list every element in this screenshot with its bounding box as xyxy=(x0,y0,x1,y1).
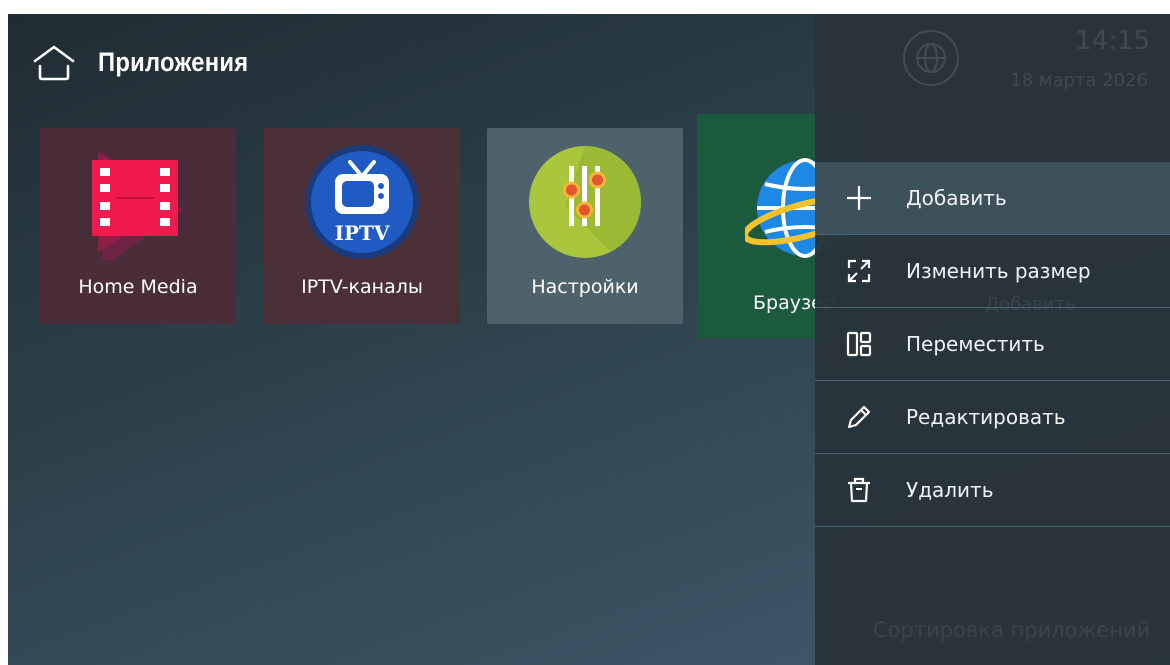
film-play-icon xyxy=(92,152,184,260)
menu-item-label: Добавить xyxy=(906,186,1007,210)
trash-icon xyxy=(848,477,870,503)
launcher-screen: Приложения Home Media IPTV IPTV-каналы Н… xyxy=(8,14,1170,665)
menu-item-resize[interactable]: Изменить размер xyxy=(815,235,1170,308)
menu-item-move[interactable]: Переместить xyxy=(815,308,1170,381)
status-area: 14:15 18 марта 2026 xyxy=(815,14,1170,114)
page-title: Приложения xyxy=(98,46,249,77)
context-menu-panel: 14:15 18 марта 2026 Добавить Сортировка … xyxy=(815,14,1170,665)
iptv-badge-text: IPTV xyxy=(335,221,390,245)
pencil-icon xyxy=(847,405,871,429)
app-tile-iptv[interactable]: IPTV IPTV-каналы xyxy=(264,128,460,324)
plus-icon xyxy=(847,186,871,210)
ghost-sort-label: Сортировка приложений xyxy=(873,618,1151,642)
app-label: Home Media xyxy=(78,276,198,298)
app-label: IPTV-каналы xyxy=(301,276,423,298)
app-label: Настройки xyxy=(531,276,639,298)
date: 18 марта 2026 xyxy=(1010,70,1148,91)
menu-item-delete[interactable]: Удалить xyxy=(815,454,1170,527)
menu-item-add[interactable]: Добавить xyxy=(815,162,1170,235)
home-icon[interactable] xyxy=(32,42,76,82)
menu-item-edit[interactable]: Редактировать xyxy=(815,381,1170,454)
menu-item-label: Изменить размер xyxy=(906,259,1091,283)
app-tile-home-media[interactable]: Home Media xyxy=(40,128,236,324)
menu-item-label: Редактировать xyxy=(906,405,1066,429)
context-menu: Добавить Изменить размер Переместить Ред… xyxy=(815,162,1170,527)
header: Приложения xyxy=(32,40,269,84)
app-tile-settings[interactable]: Настройки xyxy=(487,128,683,324)
network-globe-icon xyxy=(903,30,959,86)
sliders-icon xyxy=(529,146,642,258)
resize-icon xyxy=(847,259,871,283)
menu-item-label: Переместить xyxy=(906,332,1045,356)
move-grid-icon xyxy=(846,331,872,357)
tv-icon: IPTV xyxy=(305,145,419,259)
menu-item-label: Удалить xyxy=(906,478,994,502)
clock: 14:15 xyxy=(1075,26,1150,56)
